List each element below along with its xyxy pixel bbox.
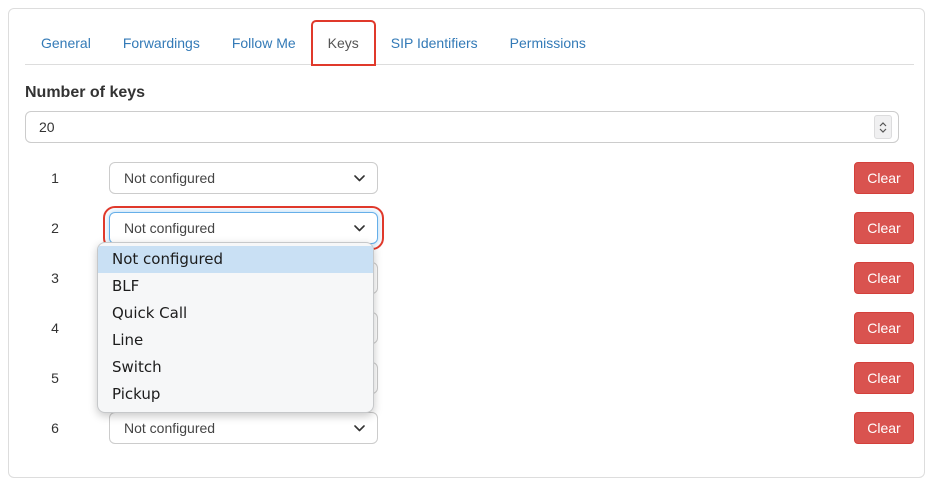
key-row-number: 4	[25, 320, 85, 336]
key-row: 6 Not configured Clear	[25, 412, 914, 444]
dropdown-option[interactable]: Not configured	[98, 246, 373, 273]
tab-follow-me[interactable]: Follow Me	[216, 21, 312, 64]
key-type-select-value: Not configured	[124, 220, 215, 236]
tab-general[interactable]: General	[25, 21, 107, 64]
key-row: 2 Not configured Clear	[25, 212, 914, 244]
key-row-number: 1	[25, 170, 85, 186]
number-stepper[interactable]	[874, 115, 892, 139]
dropdown-option[interactable]: BLF	[98, 273, 373, 300]
dropdown-option[interactable]: Switch	[98, 354, 373, 381]
dropdown-option[interactable]: Pickup	[98, 381, 373, 408]
clear-button[interactable]: Clear	[854, 212, 914, 244]
chevron-down-icon	[354, 225, 365, 232]
key-type-select-value: Not configured	[124, 170, 215, 186]
clear-button[interactable]: Clear	[854, 162, 914, 194]
dropdown-option[interactable]: Line	[98, 327, 373, 354]
key-type-select[interactable]: Not configured	[109, 212, 378, 244]
number-of-keys-label: Number of keys	[25, 84, 914, 102]
chevron-down-icon	[354, 425, 365, 432]
tab-label: Keys	[328, 35, 359, 51]
tab-label: General	[41, 35, 91, 51]
key-row: 1 Not configured Clear	[25, 162, 914, 194]
tab-keys[interactable]: Keys	[312, 21, 375, 65]
tab-label: Follow Me	[232, 35, 296, 51]
key-row-number: 5	[25, 370, 85, 386]
clear-button[interactable]: Clear	[854, 362, 914, 394]
stepper-up-icon[interactable]	[879, 122, 887, 127]
key-row-number: 3	[25, 270, 85, 286]
stepper-down-icon[interactable]	[879, 128, 887, 133]
dropdown-option[interactable]: Quick Call	[98, 300, 373, 327]
key-row-number: 2	[25, 220, 85, 236]
tab-label: SIP Identifiers	[391, 35, 478, 51]
key-type-dropdown-list: Not configuredBLFQuick CallLineSwitchPic…	[97, 242, 374, 413]
tab-sip-identifiers[interactable]: SIP Identifiers	[375, 21, 494, 64]
tab-bar: General Forwardings Follow Me Keys SIP Ident…	[25, 21, 914, 65]
clear-button[interactable]: Clear	[854, 412, 914, 444]
key-type-select[interactable]: Not configured	[109, 162, 378, 194]
key-type-select[interactable]: Not configured	[109, 412, 378, 444]
number-of-keys-input[interactable]: 20	[25, 111, 899, 143]
key-type-select-value: Not configured	[124, 420, 215, 436]
tab-permissions[interactable]: Permissions	[494, 21, 602, 64]
tab-label: Permissions	[510, 35, 586, 51]
chevron-down-icon	[354, 175, 365, 182]
number-of-keys-value[interactable]: 20	[39, 119, 874, 135]
clear-button[interactable]: Clear	[854, 312, 914, 344]
key-row-number: 6	[25, 420, 85, 436]
tab-forwardings[interactable]: Forwardings	[107, 21, 216, 64]
tab-label: Forwardings	[123, 35, 200, 51]
clear-button[interactable]: Clear	[854, 262, 914, 294]
